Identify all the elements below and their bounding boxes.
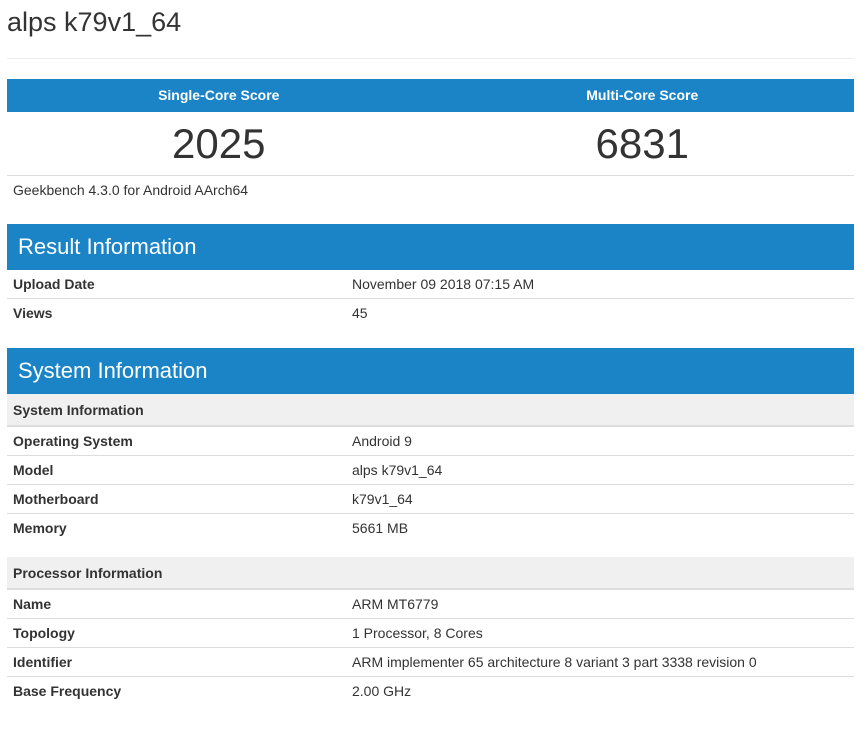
score-table: Single-Core Score Multi-Core Score 2025 …	[7, 79, 854, 176]
row-value: ARM MT6779	[352, 596, 439, 612]
row-value: ARM implementer 65 architecture 8 varian…	[352, 654, 757, 670]
row-value: 45	[352, 305, 368, 321]
score-values: 2025 6831	[7, 112, 854, 176]
table-row: Identifier ARM implementer 65 architectu…	[7, 648, 854, 677]
row-value: 5661 MB	[352, 520, 409, 536]
table-row: Name ARM MT6779	[7, 590, 854, 619]
row-value: k79v1_64	[352, 491, 413, 507]
multi-core-score-label: Multi-Core Score	[586, 87, 699, 103]
row-key: Views	[13, 305, 53, 321]
row-key: Name	[13, 596, 52, 612]
processor-information-subheader: Processor Information	[7, 557, 854, 590]
table-row: Views 45	[7, 299, 854, 328]
page-title: alps k79v1_64	[7, 7, 182, 37]
score-header: Single-Core Score Multi-Core Score	[7, 79, 854, 112]
system-information-table: System Information Operating System Andr…	[7, 394, 854, 706]
row-key: Upload Date	[13, 276, 95, 292]
table-row: Motherboard k79v1_64	[7, 485, 854, 514]
row-key: Memory	[13, 520, 67, 536]
row-value: 1 Processor, 8 Cores	[352, 625, 483, 641]
benchmark-version: Geekbench 4.3.0 for Android AArch64	[13, 182, 249, 198]
table-row: Upload Date November 09 2018 07:15 AM	[7, 270, 854, 299]
system-information-subheader: System Information	[7, 394, 854, 427]
row-key: Identifier	[13, 654, 73, 670]
result-information-table: Upload Date November 09 2018 07:15 AM Vi…	[7, 270, 854, 328]
row-key: Operating System	[13, 433, 133, 449]
table-row: Base Frequency 2.00 GHz	[7, 677, 854, 706]
single-core-score-value: 2025	[172, 120, 266, 167]
table-row: Operating System Android 9	[7, 427, 854, 456]
single-core-score-label: Single-Core Score	[158, 87, 280, 103]
row-key: Topology	[13, 625, 75, 641]
title-divider	[7, 58, 854, 59]
page: alps k79v1_64 Single-Core Score Multi-Co…	[0, 0, 866, 730]
row-value: Android 9	[352, 433, 412, 449]
table-row: Topology 1 Processor, 8 Cores	[7, 619, 854, 648]
row-value: alps k79v1_64	[352, 462, 443, 478]
row-value: November 09 2018 07:15 AM	[352, 276, 535, 292]
system-information-header: System Information	[7, 348, 854, 394]
row-value: 2.00 GHz	[352, 683, 412, 699]
table-row: Model alps k79v1_64	[7, 456, 854, 485]
multi-core-score-value: 6831	[595, 120, 689, 167]
row-key: Model	[13, 462, 54, 478]
row-key: Base Frequency	[13, 683, 122, 699]
table-row: Memory 5661 MB	[7, 514, 854, 543]
result-information-header: Result Information	[7, 224, 854, 270]
row-key: Motherboard	[13, 491, 99, 507]
